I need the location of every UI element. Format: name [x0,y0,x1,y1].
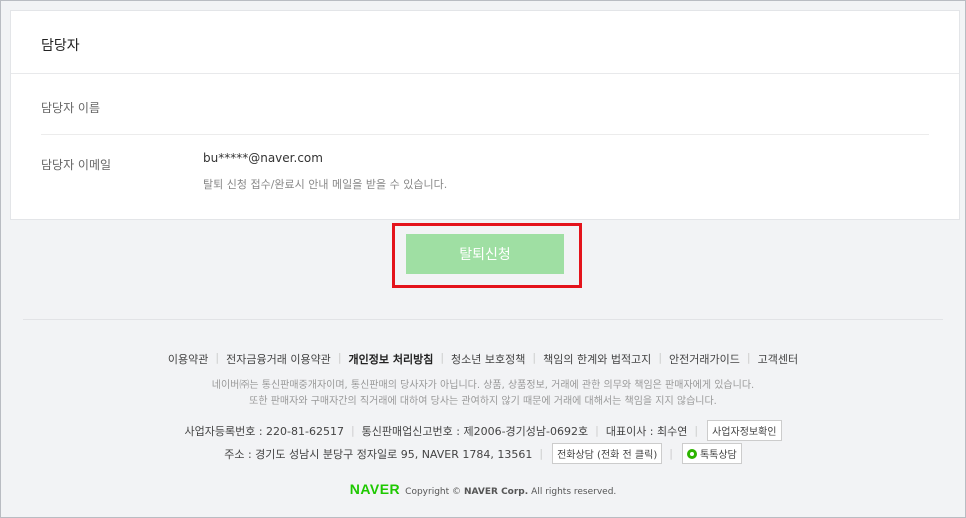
manager-name-label: 담당자 이름 [41,101,101,115]
separator: | [595,424,599,437]
separator: | [746,351,751,364]
footer-link-legal-notice[interactable]: 책임의 한계와 법적고지 [543,351,651,367]
naver-logo: NAVER [349,481,401,497]
disclaimer-line: 네이버㈜는 통신판매중개자이며, 통신판매의 당사자가 아닙니다. 상품, 상품… [211,380,755,391]
footer-link-safe-trade-guide[interactable]: 안전거래가이드 [669,351,740,367]
separator: | [350,424,355,437]
card-title: 담당자 [41,38,80,54]
divider [11,73,959,74]
footer-disclaimer: 네이버㈜는 통신판매중개자이며, 통신판매의 당사자가 아닙니다. 상품, 상품… [1,378,965,410]
business-info-button[interactable]: 사업자정보확인 [707,420,782,441]
copyright-suffix: All rights reserved. [531,487,617,497]
withdraw-request-button[interactable]: 탈퇴신청 [406,234,564,274]
business-reg-number: 사업자등록번호 : 220-81-62517 [184,424,344,438]
separator: | [539,447,544,460]
disclaimer-line: 또한 판매자와 구매자간의 직거래에 대하여 당사는 관여하지 않기 때문에 거… [249,396,717,407]
separator: | [669,447,673,460]
copyright-prefix: Copyright © [405,487,462,497]
footer-link-terms[interactable]: 이용약관 [168,351,208,367]
footer-divider [23,319,943,320]
talk-consult-button[interactable]: 톡톡상담 [681,443,742,464]
manager-email-label: 담당자 이메일 [41,158,112,172]
separator: | [215,351,220,364]
footer-link-e-finance-terms[interactable]: 전자금융거래 이용약관 [226,351,331,367]
copyright-corp: NAVER Corp. [464,487,529,497]
email-notice: 탈퇴 신청 접수/완료시 안내 메일을 받을 수 있습니다. [203,178,448,191]
phone-consult-button[interactable]: 전화상담 (전화 전 클릭) [552,443,663,464]
chat-icon [686,448,697,459]
separator: | [440,351,445,364]
manager-email-value: bu*****@naver.com [203,151,323,165]
address-row: 주소 : 경기도 성남시 분당구 정자일로 95, NAVER 1784, 13… [1,443,965,464]
footer-link-customer-center[interactable]: 고객센터 [758,351,798,367]
footer-link-privacy[interactable]: 개인정보 처리방침 [349,351,434,367]
manager-card: 담당자 담당자 이름 담당자 이메일 bu*****@naver.com 탈퇴 … [10,10,960,220]
separator: | [337,351,342,364]
company-address: 주소 : 경기도 성남시 분당구 정자일로 95, NAVER 1784, 13… [224,447,533,461]
talk-consult-label: 톡톡상담 [699,450,737,461]
company-info-row: 사업자등록번호 : 220-81-62517 | 통신판매업신고번호 : 제20… [1,420,965,441]
divider [41,134,929,135]
ceo-name: 대표이사 : 최수연 [605,424,688,438]
separator: | [532,351,537,364]
footer-links: 이용약관 | 전자금융거래 이용약관 | 개인정보 처리방침 | 청소년 보호정… [1,351,965,367]
footer-link-youth-policy[interactable]: 청소년 보호정책 [451,351,525,367]
separator: | [658,351,663,364]
mail-order-reg-number: 통신판매업신고번호 : 제2006-경기성남-0692호 [361,424,589,438]
separator: | [694,424,699,437]
copyright: NAVER Copyright © NAVER Corp. All rights… [1,481,965,497]
